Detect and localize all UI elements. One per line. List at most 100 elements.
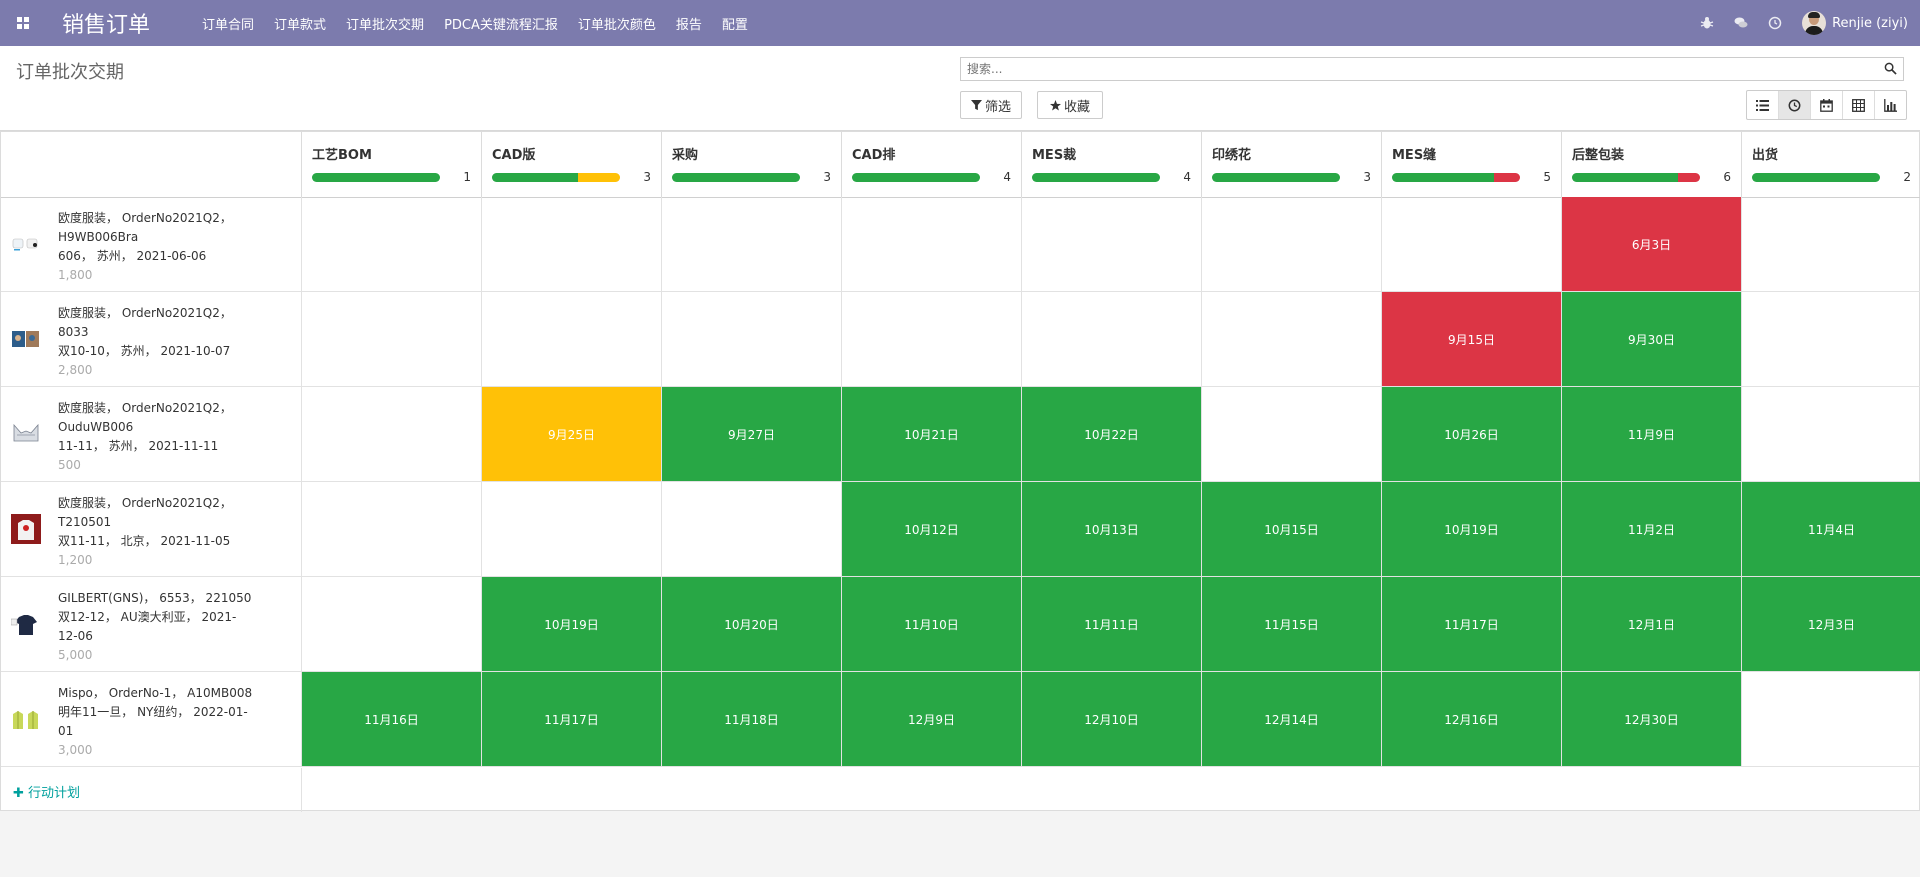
progress-segment-green[interactable]: [492, 173, 578, 182]
column-progress-bar[interactable]: [1572, 173, 1700, 182]
progress-segment-green[interactable]: [1032, 173, 1160, 182]
activity-cell-green[interactable]: 11月4日: [1741, 482, 1920, 576]
empty-cell[interactable]: [661, 197, 841, 291]
activity-cell-green[interactable]: 11月15日: [1201, 577, 1381, 671]
column-progress-bar[interactable]: [312, 173, 440, 182]
empty-cell[interactable]: [481, 292, 661, 386]
row-record-label[interactable]: Mispo， OrderNo-1， A10MB008 明年11一旦， NY纽约， …: [1, 672, 301, 767]
activity-cell-green[interactable]: 10月19日: [481, 577, 661, 671]
column-progress-bar[interactable]: [1032, 173, 1160, 182]
empty-cell[interactable]: [661, 292, 841, 386]
activity-cell-green[interactable]: 11月17日: [481, 672, 661, 766]
progress-segment-yellow[interactable]: [577, 173, 620, 182]
empty-cell[interactable]: [1021, 292, 1201, 386]
graph-view-icon[interactable]: [1875, 91, 1906, 119]
activity-cell-green[interactable]: 11月9日: [1561, 387, 1741, 481]
activity-cell-green[interactable]: 12月30日: [1561, 672, 1741, 766]
activity-cell-green[interactable]: 11月18日: [661, 672, 841, 766]
row-record-label[interactable]: GILBERT(GNS)， 6553， 221050 双12-12， AU澳大利亚…: [1, 577, 301, 672]
empty-cell[interactable]: [301, 482, 481, 576]
empty-cell[interactable]: [301, 197, 481, 291]
chat-icon[interactable]: [1724, 0, 1758, 46]
activity-cell-green[interactable]: 11月11日: [1021, 577, 1201, 671]
empty-cell[interactable]: [1741, 672, 1920, 766]
activity-cell-green[interactable]: 12月14日: [1201, 672, 1381, 766]
activity-view-icon[interactable]: [1779, 91, 1811, 119]
activity-cell-green[interactable]: 9月30日: [1561, 292, 1741, 386]
empty-cell[interactable]: [1201, 387, 1381, 481]
row-record-label[interactable]: 欧度服装， OrderNo2021Q2， 8033 双10-10， 苏州， 2021…: [1, 292, 301, 387]
activity-cell-green[interactable]: 11月17日: [1381, 577, 1561, 671]
empty-cell[interactable]: [301, 387, 481, 481]
empty-cell[interactable]: [481, 482, 661, 576]
menu-item-styles[interactable]: 订单款式: [264, 14, 336, 33]
progress-segment-green[interactable]: [672, 173, 800, 182]
activity-cell-green[interactable]: 12月10日: [1021, 672, 1201, 766]
empty-cell[interactable]: [1741, 387, 1920, 481]
activity-cell-green[interactable]: 10月19日: [1381, 482, 1561, 576]
column-progress-bar[interactable]: [492, 173, 620, 182]
filter-button[interactable]: 筛选: [960, 91, 1022, 119]
empty-cell[interactable]: [301, 577, 481, 671]
activity-cell-green[interactable]: 10月15日: [1201, 482, 1381, 576]
column-progress-bar[interactable]: [1212, 173, 1340, 182]
row-record-label[interactable]: 欧度服装， OrderNo2021Q2， T210501 双11-11， 北京， 2…: [1, 482, 301, 577]
row-record-label[interactable]: 欧度服装， OrderNo2021Q2， H9WB006Bra 606， 苏州， 2…: [1, 197, 301, 292]
empty-cell[interactable]: [1201, 197, 1381, 291]
calendar-view-icon[interactable]: [1811, 91, 1843, 119]
activity-cell-green[interactable]: 12月3日: [1741, 577, 1920, 671]
search-input[interactable]: [961, 58, 1873, 80]
empty-cell[interactable]: [841, 292, 1021, 386]
empty-cell[interactable]: [841, 197, 1021, 291]
activity-cell-green[interactable]: 10月21日: [841, 387, 1021, 481]
row-record-label[interactable]: 欧度服装， OrderNo2021Q2， OuduWB006 11-11， 苏州， …: [1, 387, 301, 482]
column-progress-bar[interactable]: [1752, 173, 1880, 182]
column-progress-bar[interactable]: [1392, 173, 1520, 182]
favorites-button[interactable]: 收藏: [1037, 91, 1103, 119]
activity-cell-green[interactable]: 12月9日: [841, 672, 1021, 766]
empty-cell[interactable]: [481, 197, 661, 291]
app-brand[interactable]: 销售订单: [62, 7, 150, 39]
activity-cell-red[interactable]: 9月15日: [1381, 292, 1561, 386]
menu-item-config[interactable]: 配置: [712, 14, 758, 33]
menu-item-batch-delivery[interactable]: 订单批次交期: [336, 14, 434, 33]
progress-segment-green[interactable]: [312, 173, 440, 182]
progress-segment-red[interactable]: [1494, 173, 1520, 182]
menu-item-pdca[interactable]: PDCA关键流程汇报: [434, 14, 568, 33]
progress-segment-green[interactable]: [1212, 173, 1340, 182]
search-icon[interactable]: [1884, 62, 1897, 75]
menu-item-reports[interactable]: 报告: [666, 14, 712, 33]
activity-cell-green[interactable]: 11月2日: [1561, 482, 1741, 576]
list-view-icon[interactable]: [1747, 91, 1779, 119]
menu-item-batch-colors[interactable]: 订单批次颜色: [568, 14, 666, 33]
apps-icon[interactable]: [0, 0, 46, 46]
activity-cell-yellow[interactable]: 9月25日: [481, 387, 661, 481]
empty-cell[interactable]: [1381, 197, 1561, 291]
bug-icon[interactable]: [1690, 0, 1724, 46]
add-action-plan-link[interactable]: ✚ 行动计划: [13, 782, 80, 801]
pivot-view-icon[interactable]: [1843, 91, 1875, 119]
activity-cell-green[interactable]: 11月10日: [841, 577, 1021, 671]
progress-segment-green[interactable]: [1392, 173, 1495, 182]
progress-segment-green[interactable]: [1752, 173, 1880, 182]
activity-cell-green[interactable]: 9月27日: [661, 387, 841, 481]
activity-cell-green[interactable]: 10月22日: [1021, 387, 1201, 481]
activity-cell-green[interactable]: 10月12日: [841, 482, 1021, 576]
column-progress-bar[interactable]: [852, 173, 980, 182]
activity-cell-green[interactable]: 10月26日: [1381, 387, 1561, 481]
user-menu[interactable]: Renjie (ziyi): [1802, 11, 1908, 35]
progress-segment-green[interactable]: [852, 173, 980, 182]
progress-segment-green[interactable]: [1572, 173, 1679, 182]
activity-cell-green[interactable]: 11月16日: [301, 672, 481, 766]
activity-cell-green[interactable]: 12月1日: [1561, 577, 1741, 671]
empty-cell[interactable]: [301, 292, 481, 386]
empty-cell[interactable]: [1741, 197, 1920, 291]
activity-cell-green[interactable]: 10月20日: [661, 577, 841, 671]
progress-segment-red[interactable]: [1678, 173, 1700, 182]
menu-item-contract[interactable]: 订单合同: [192, 14, 264, 33]
empty-cell[interactable]: [1741, 292, 1920, 386]
empty-cell[interactable]: [1201, 292, 1381, 386]
activity-cell-green[interactable]: 12月16日: [1381, 672, 1561, 766]
empty-cell[interactable]: [1021, 197, 1201, 291]
activity-cell-red[interactable]: 6月3日: [1561, 197, 1741, 291]
